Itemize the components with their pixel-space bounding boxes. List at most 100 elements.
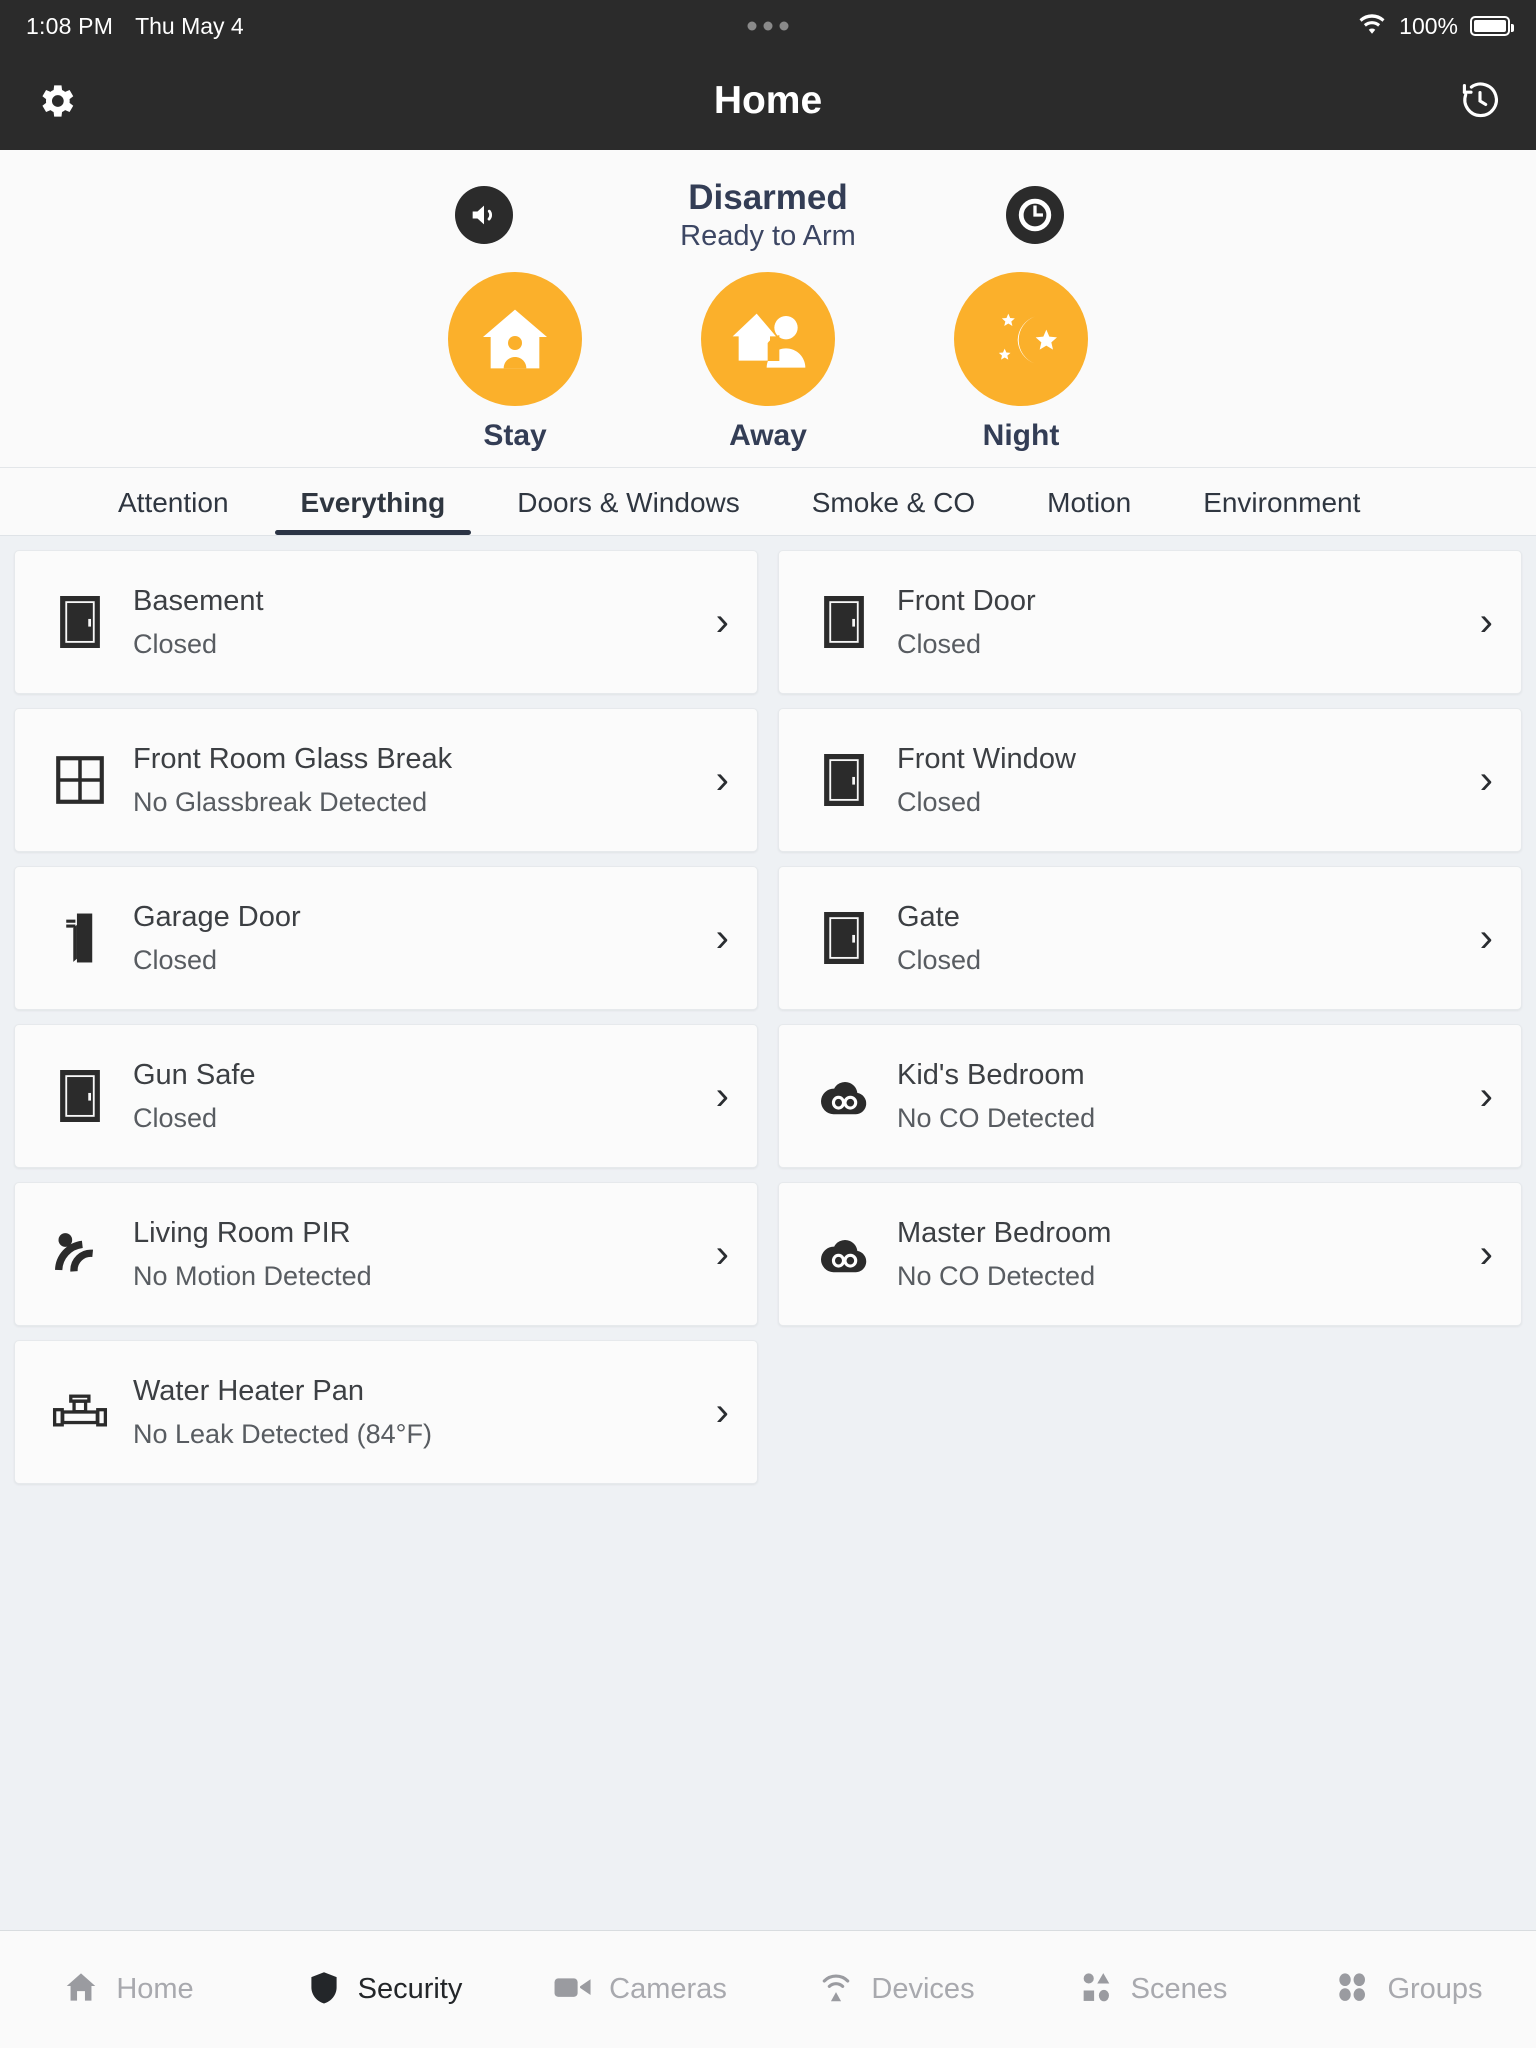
chevron-right-icon[interactable]: › [1480, 760, 1493, 800]
security-panel: Disarmed Ready to Arm Stay Away Night [0, 150, 1536, 468]
moon-stars-icon [954, 272, 1088, 406]
battery-percent-label: 100% [1399, 12, 1458, 39]
device-state: Closed [897, 944, 982, 975]
device-state: Closed [897, 628, 982, 659]
water-leak-icon [49, 1390, 111, 1434]
speaker-chime-icon[interactable] [455, 186, 513, 244]
device-name: Basement [133, 584, 264, 617]
chevron-right-icon[interactable]: › [716, 760, 729, 800]
tab-attention[interactable]: Attention [118, 487, 229, 535]
nav-label: Home [116, 1973, 194, 2005]
status-bar-left: 1:08 PM Thu May 4 [26, 13, 244, 40]
chevron-right-icon[interactable]: › [1480, 1076, 1493, 1116]
device-info: Kid's Bedroom No CO Detected [897, 1056, 1480, 1137]
arm-modes: Stay Away Night [0, 260, 1536, 467]
door-icon [49, 1070, 111, 1122]
chevron-right-icon[interactable]: › [716, 1076, 729, 1116]
chevron-right-icon[interactable]: › [716, 1234, 729, 1274]
table-row[interactable]: Front Window Closed › [778, 708, 1522, 852]
nav-item-cameras[interactable]: Cameras [512, 1931, 768, 2048]
table-row[interactable]: Gate Closed › [778, 866, 1522, 1010]
nav-label: Scenes [1130, 1973, 1228, 2005]
chevron-right-icon[interactable]: › [1480, 918, 1493, 958]
device-state: No Motion Detected [133, 1260, 372, 1291]
devices-signal-icon [817, 1968, 855, 2011]
device-state: Closed [897, 786, 982, 817]
device-name: Water Heater Pan [133, 1374, 365, 1407]
device-name: Garage Door [133, 900, 301, 933]
device-name: Living Room PIR [133, 1216, 351, 1249]
house-person-icon [448, 272, 582, 406]
status-bar-date: Thu May 4 [135, 12, 244, 39]
shield-icon [306, 1968, 342, 2011]
device-list: Basement Closed › Front Door Closed › Fr… [0, 536, 1536, 1930]
table-row[interactable]: Front Room Glass Break No Glassbreak Det… [14, 708, 758, 852]
tab-doors-windows[interactable]: Doors & Windows [517, 487, 740, 535]
tab-environment[interactable]: Environment [1203, 487, 1360, 535]
tab-motion[interactable]: Motion [1047, 487, 1131, 535]
motion-pir-icon [49, 1230, 111, 1278]
table-row[interactable]: Master Bedroom No CO Detected › [778, 1182, 1522, 1326]
arm-mode-away[interactable]: Away [701, 272, 835, 453]
house-leaving-person-icon [701, 272, 835, 406]
device-name: Gun Safe [133, 1058, 256, 1091]
arm-mode-stay[interactable]: Stay [448, 272, 582, 453]
bottom-navigation: Home Security Cameras Devices Scenes Gro… [0, 1930, 1536, 2048]
window-pane-icon [49, 756, 111, 804]
home-icon [62, 1968, 100, 2011]
nav-item-groups[interactable]: Groups [1280, 1931, 1536, 2048]
door-icon [813, 754, 875, 806]
table-row[interactable]: Living Room PIR No Motion Detected › [14, 1182, 758, 1326]
chevron-right-icon[interactable]: › [1480, 602, 1493, 642]
arm-mode-night[interactable]: Night [954, 272, 1088, 453]
clock-icon[interactable] [1006, 186, 1064, 244]
chevron-right-icon[interactable]: › [716, 602, 729, 642]
device-info: Front Door Closed [897, 582, 1480, 663]
device-name: Gate [897, 900, 960, 933]
security-status-title: Disarmed [688, 177, 848, 217]
chevron-right-icon[interactable]: › [716, 1392, 729, 1432]
gear-icon[interactable] [34, 79, 78, 123]
nav-item-devices[interactable]: Devices [768, 1931, 1024, 2048]
page-title: Home [713, 79, 823, 122]
device-info: Front Window Closed [897, 740, 1480, 821]
device-info: Basement Closed [133, 582, 716, 663]
table-row[interactable]: Garage Door Closed › [14, 866, 758, 1010]
device-info: Master Bedroom No CO Detected [897, 1214, 1480, 1295]
nav-label: Groups [1387, 1973, 1483, 2005]
nav-label: Security [357, 1973, 463, 2005]
wifi-icon [1357, 12, 1387, 41]
device-state: Closed [133, 944, 218, 975]
device-grid: Basement Closed › Front Door Closed › Fr… [0, 540, 1536, 1484]
device-info: Gate Closed [897, 898, 1480, 979]
table-row[interactable]: Gun Safe Closed › [14, 1024, 758, 1168]
device-name: Front Window [897, 742, 1076, 775]
app-root: 1:08 PM Thu May 4 100% Home Disarmed Rea… [0, 0, 1536, 2048]
table-row[interactable]: Kid's Bedroom No CO Detected › [778, 1024, 1522, 1168]
chevron-right-icon[interactable]: › [1480, 1234, 1493, 1274]
device-state: No Leak Detected (84°F) [133, 1418, 432, 1449]
device-state: No CO Detected [897, 1260, 1096, 1291]
nav-item-home[interactable]: Home [0, 1931, 256, 2048]
tab-smoke-co[interactable]: Smoke & CO [812, 487, 975, 535]
nav-item-scenes[interactable]: Scenes [1024, 1931, 1280, 2048]
table-row[interactable]: Front Door Closed › [778, 550, 1522, 694]
co-detector-icon [813, 1232, 875, 1276]
table-row[interactable]: Water Heater Pan No Leak Detected (84°F)… [14, 1340, 758, 1484]
device-state: Closed [133, 1102, 218, 1133]
nav-label: Devices [871, 1973, 975, 2005]
app-header: Home [0, 52, 1536, 150]
history-clock-icon[interactable] [1458, 79, 1502, 123]
table-row[interactable]: Basement Closed › [14, 550, 758, 694]
device-name: Master Bedroom [897, 1216, 1112, 1249]
device-info: Living Room PIR No Motion Detected [133, 1214, 716, 1295]
status-bar: 1:08 PM Thu May 4 100% [0, 0, 1536, 52]
door-icon [49, 596, 111, 648]
tab-everything[interactable]: Everything [274, 487, 471, 535]
chevron-right-icon[interactable]: › [716, 918, 729, 958]
status-bar-time: 1:08 PM [26, 12, 114, 39]
nav-item-security[interactable]: Security [256, 1931, 512, 2048]
door-icon [813, 912, 875, 964]
door-icon [813, 596, 875, 648]
device-state: No Glassbreak Detected [133, 786, 428, 817]
